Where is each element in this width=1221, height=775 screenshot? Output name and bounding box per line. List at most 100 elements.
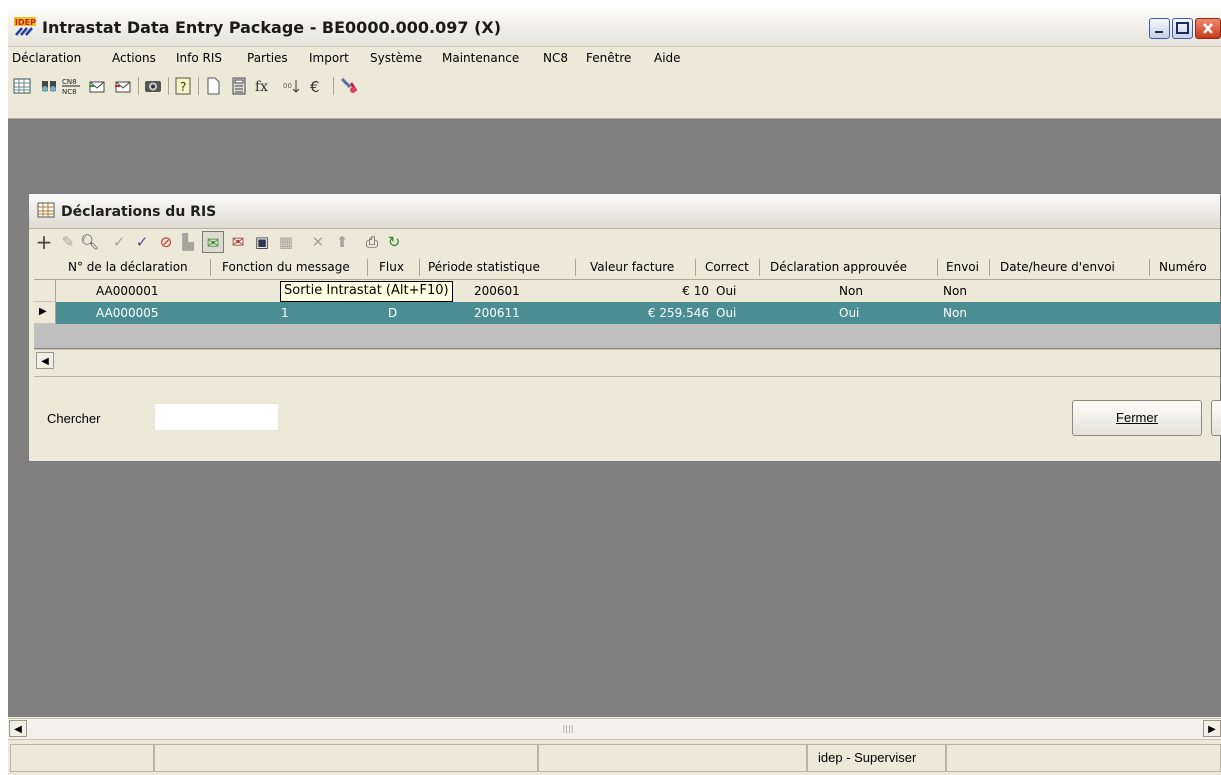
minimize-button[interactable] bbox=[1149, 18, 1170, 39]
svg-text:CN8: CN8 bbox=[62, 78, 77, 86]
tooltip: Sortie Intrastat (Alt+F10) bbox=[280, 281, 453, 302]
svg-text:€: € bbox=[310, 78, 320, 96]
scroll-grip-icon[interactable]: |||| bbox=[548, 721, 588, 737]
column-separator bbox=[759, 259, 760, 276]
menu-systeme[interactable]: Système bbox=[370, 51, 422, 65]
main-horizontal-scrollbar[interactable]: ◀ |||| ▶ bbox=[8, 718, 1221, 739]
cell-flux: D bbox=[388, 306, 398, 320]
status-panel-2 bbox=[154, 744, 538, 772]
menu-maintenance[interactable]: Maintenance bbox=[442, 51, 519, 65]
table-row[interactable]: AA000001 1 A 200601 € 10 Oui Non Non bbox=[56, 280, 1220, 302]
scroll-left-icon[interactable]: ◀ bbox=[9, 720, 27, 737]
window-title: Intrastat Data Entry Package - BE0000.00… bbox=[42, 18, 502, 37]
column-separator bbox=[367, 259, 368, 276]
calculator-icon[interactable] bbox=[229, 76, 249, 96]
column-header-numero[interactable]: N° de la déclaration bbox=[68, 260, 188, 274]
close-button[interactable] bbox=[1195, 18, 1221, 39]
edit-icon[interactable]: ✎ bbox=[59, 233, 77, 251]
table-row-selected[interactable]: AA000005 1 D 200611 € 259.546 Oui Oui No… bbox=[56, 302, 1220, 324]
column-header-periode[interactable]: Période statistique bbox=[428, 260, 540, 274]
tools-icon[interactable] bbox=[339, 76, 359, 96]
status-panel-3 bbox=[538, 744, 807, 772]
refresh-icon[interactable]: ↻ bbox=[385, 233, 403, 251]
cell-numero: AA000005 bbox=[96, 306, 159, 320]
column-separator bbox=[989, 259, 990, 276]
toolbar-separator bbox=[168, 77, 169, 95]
envelope-arrow-icon[interactable] bbox=[87, 76, 107, 96]
camera-icon[interactable] bbox=[143, 76, 163, 96]
cell-periode: 200601 bbox=[474, 284, 520, 298]
column-header-flux[interactable]: Flux bbox=[379, 260, 404, 274]
scroll-track[interactable]: |||| bbox=[28, 721, 1201, 737]
menu-actions[interactable]: Actions bbox=[112, 51, 156, 65]
envelope-arrow-icon[interactable]: ✉ bbox=[229, 233, 247, 251]
column-separator bbox=[575, 259, 576, 276]
svg-text:NC8: NC8 bbox=[62, 88, 77, 96]
grid-empty-area bbox=[34, 324, 1220, 348]
column-header-date-envoi[interactable]: Date/heure d'envoi bbox=[1000, 260, 1115, 274]
declarations-grid: N° de la déclaration Fonction du message… bbox=[34, 256, 1220, 372]
column-header-fonction[interactable]: Fonction du message bbox=[222, 260, 350, 274]
menu-import[interactable]: Import bbox=[309, 51, 349, 65]
column-separator bbox=[937, 259, 938, 276]
search-record-icon[interactable]: 🔍︎ bbox=[80, 233, 99, 251]
row-indicator[interactable] bbox=[34, 280, 56, 302]
column-header-valeur[interactable]: Valeur facture bbox=[590, 260, 674, 274]
column-separator bbox=[695, 259, 696, 276]
grid-horizontal-scrollbar[interactable]: ◀ bbox=[34, 349, 1220, 372]
menu-info-ris[interactable]: Info RIS bbox=[176, 51, 222, 65]
print-icon[interactable]: ⎙ bbox=[363, 233, 381, 251]
fermer-button[interactable]: Fermer bbox=[1072, 400, 1202, 436]
help-icon[interactable]: ? bbox=[173, 76, 193, 96]
toolbar-separator bbox=[198, 77, 199, 95]
add-icon[interactable]: + bbox=[35, 232, 53, 252]
maximize-button[interactable] bbox=[1172, 18, 1193, 39]
column-header-correct[interactable]: Correct bbox=[705, 260, 749, 274]
cell-periode: 200611 bbox=[474, 306, 520, 320]
menu-nc8[interactable]: NC8 bbox=[543, 51, 568, 65]
lock-icon[interactable]: ▙ bbox=[179, 233, 197, 251]
number-icon[interactable]: 00 bbox=[283, 76, 303, 96]
check-plus-icon[interactable]: ✓ bbox=[133, 233, 151, 251]
child-toolbar: + ✎ 🔍︎ ✓ ✓ ⊘ ▙ ✉ ✉ ▣ ▦ ✕ ⬆ ⎙ ↻ bbox=[29, 229, 1220, 256]
menu-declaration[interactable]: Déclaration bbox=[12, 51, 81, 65]
import-icon[interactable]: ⬆ bbox=[333, 233, 351, 251]
svg-text:00: 00 bbox=[283, 82, 292, 90]
svg-text:IDEP: IDEP bbox=[15, 18, 36, 27]
new-document-icon[interactable] bbox=[203, 76, 223, 96]
column-separator bbox=[419, 259, 420, 276]
preview-icon[interactable]: ▣ bbox=[253, 233, 271, 251]
check-icon[interactable]: ✓ bbox=[110, 233, 128, 251]
column-header-envoi[interactable]: Envoi bbox=[946, 260, 979, 274]
delete-icon[interactable]: ✕ bbox=[309, 233, 327, 251]
cn8-nc8-icon[interactable]: CN8NC8 bbox=[61, 76, 81, 96]
menu-bar: Déclaration Actions Info RIS Parties Imp… bbox=[8, 47, 1221, 69]
mdi-workspace: Déclarations du RIS + ✎ 🔍︎ ✓ ✓ ⊘ ▙ ✉ ✉ ▣… bbox=[8, 119, 1221, 717]
function-icon[interactable]: fx bbox=[255, 76, 275, 96]
extra-button[interactable] bbox=[1211, 400, 1221, 436]
menu-aide[interactable]: Aide bbox=[654, 51, 681, 65]
column-header-approuvee[interactable]: Déclaration approuvée bbox=[770, 260, 907, 274]
envelope-arrow-icon[interactable] bbox=[113, 76, 133, 96]
column-header-numero-2[interactable]: Numéro bbox=[1159, 260, 1207, 274]
menu-parties[interactable]: Parties bbox=[247, 51, 288, 65]
euro-icon[interactable]: € bbox=[308, 76, 328, 96]
cell-correct: Oui bbox=[716, 306, 737, 320]
fermer-button-label: Fermer bbox=[1116, 410, 1158, 425]
grid-icon[interactable]: ▦ bbox=[277, 233, 295, 251]
column-separator bbox=[1149, 259, 1150, 276]
close-icon bbox=[1203, 23, 1213, 34]
menu-fenetre[interactable]: Fenêtre bbox=[586, 51, 631, 65]
cancel-icon[interactable]: ⊘ bbox=[157, 233, 175, 251]
cell-fonction: 1 bbox=[281, 306, 289, 320]
binoculars-icon[interactable] bbox=[39, 76, 59, 96]
row-indicator-current[interactable]: ▶ bbox=[34, 302, 56, 324]
search-input[interactable] bbox=[154, 403, 279, 431]
toolbar-separator bbox=[138, 77, 139, 95]
table-icon[interactable] bbox=[12, 76, 32, 96]
scroll-left-icon[interactable]: ◀ bbox=[36, 352, 54, 369]
scroll-right-icon[interactable]: ▶ bbox=[1203, 720, 1221, 737]
envelope-arrow-icon[interactable]: ✉ bbox=[202, 231, 224, 253]
svg-text:fx: fx bbox=[255, 79, 268, 95]
status-panel-1 bbox=[10, 744, 154, 772]
